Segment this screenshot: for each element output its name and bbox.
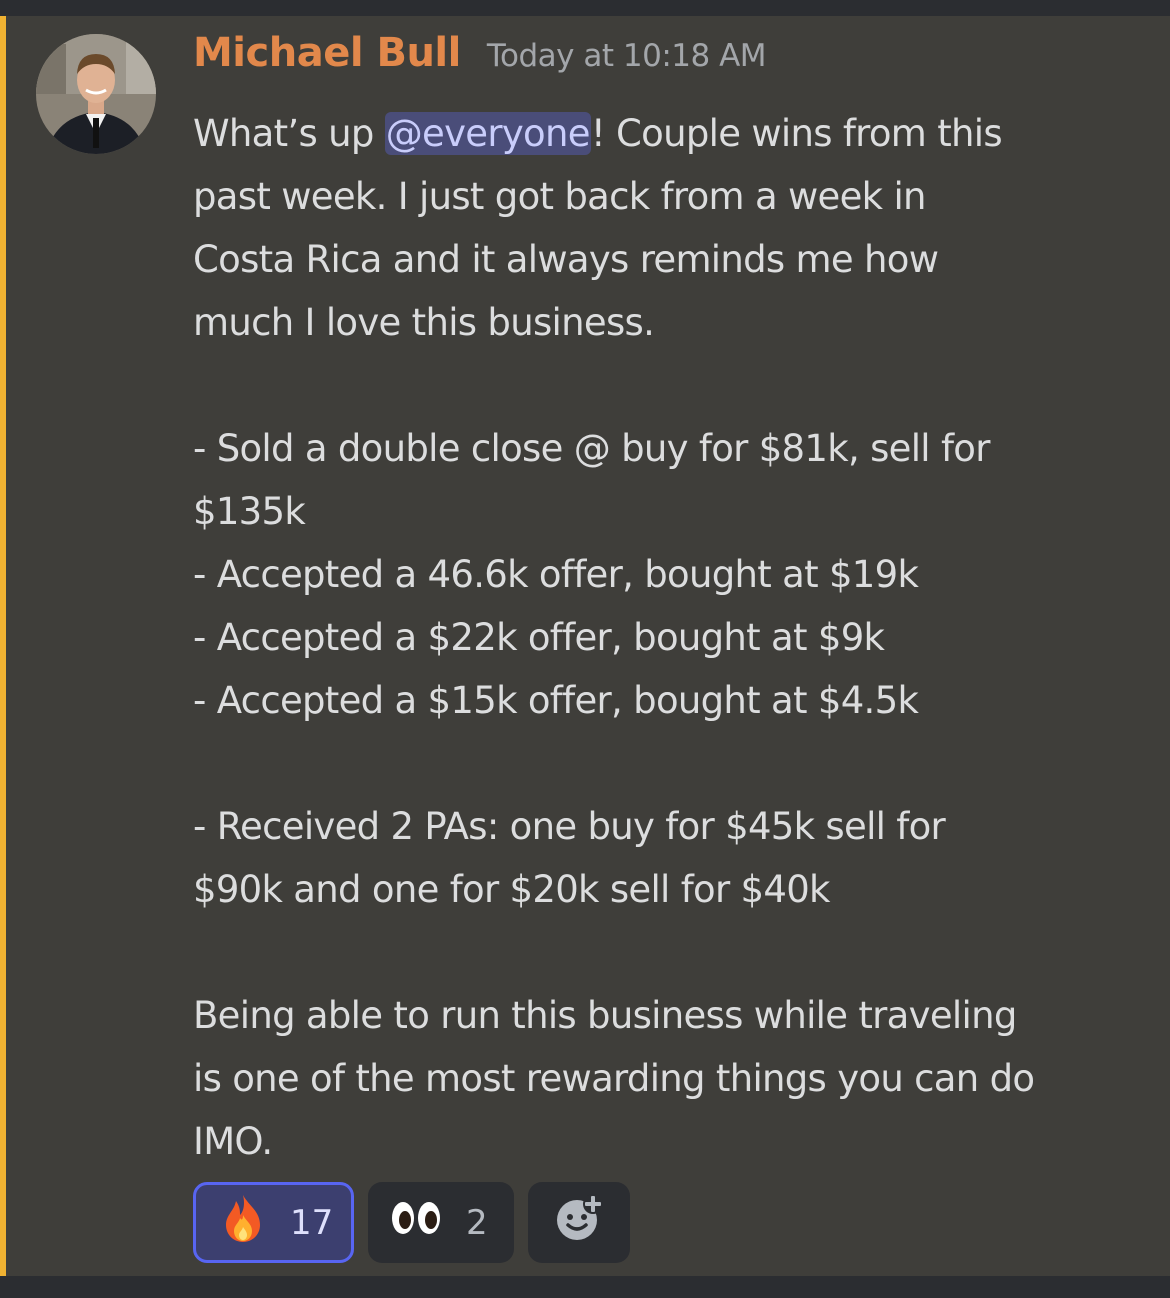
message-line: IMO. [193, 1120, 273, 1163]
add-reaction-button[interactable] [528, 1182, 630, 1263]
message-line: $90k and one for $20k sell for $40k [193, 868, 830, 911]
reactions-bar: 17 2 [193, 1182, 630, 1263]
message-content: What’s up @everyone! Couple wins from th… [193, 102, 1153, 1173]
eyes-icon [390, 1198, 442, 1247]
message-line: - Accepted a $22k offer, bought at $9k [193, 616, 885, 659]
message-line: Being able to run this business while tr… [193, 994, 1017, 1037]
message-line: What’s up @everyone! Couple wins from th… [193, 112, 1003, 155]
add-reaction-icon [554, 1193, 604, 1252]
message-line: - Accepted a $15k offer, bought at $4.5k [193, 679, 919, 722]
reaction-count: 2 [466, 1202, 488, 1243]
message-line: - Received 2 PAs: one buy for $45k sell … [193, 805, 946, 848]
reaction-count: 17 [290, 1202, 334, 1243]
message-line: much I love this business. [193, 301, 655, 344]
message-line: - Accepted a 46.6k offer, bought at $19k [193, 553, 919, 596]
message-timestamp[interactable]: Today at 10:18 AM [487, 38, 767, 74]
author-name[interactable]: Michael Bull [193, 30, 461, 76]
mention-highlight-bar [0, 16, 6, 1276]
message-header: Michael Bull Today at 10:18 AM [193, 30, 767, 84]
message-line: $135k [193, 490, 306, 533]
bottom-divider [0, 1276, 1170, 1298]
reaction-fire[interactable]: 17 [193, 1182, 354, 1263]
message-line: is one of the most rewarding things you … [193, 1057, 1035, 1100]
message-line: past week. I just got back from a week i… [193, 175, 926, 218]
chat-message[interactable]: Michael Bull Today at 10:18 AM What’s up… [0, 16, 1170, 1276]
everyone-mention[interactable]: @everyone [384, 112, 591, 155]
message-line: - Sold a double close @ buy for $81k, se… [193, 427, 990, 470]
top-divider [0, 0, 1170, 16]
avatar-photo [36, 34, 156, 154]
reaction-eyes[interactable]: 2 [368, 1182, 514, 1263]
fire-icon [220, 1193, 266, 1252]
message-line: Costa Rica and it always reminds me how [193, 238, 939, 281]
avatar[interactable] [36, 34, 156, 154]
